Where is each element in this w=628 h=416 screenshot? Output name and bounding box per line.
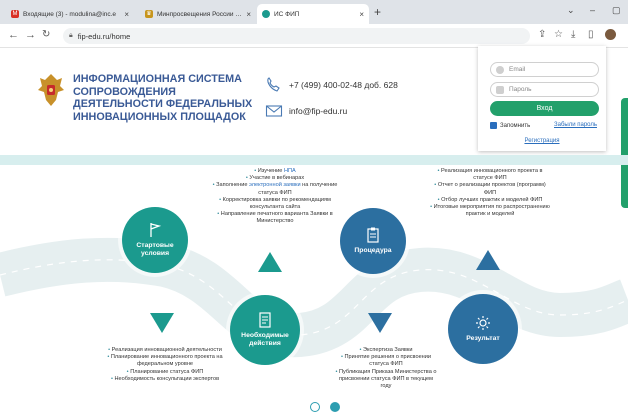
login-panel: Email Пароль Вход Запомнить Забыли парол… bbox=[478, 46, 606, 151]
list-item: Планирование инновационного проекта на ф… bbox=[105, 354, 225, 368]
list-item: Направление печатного варианта Заявки в … bbox=[210, 211, 340, 225]
screen: M Входящие (3) - modulina@inc.e × ♛ Минп… bbox=[0, 0, 628, 416]
list-item: Необходимость консультации экспертов bbox=[105, 376, 225, 383]
roadmap-top-band bbox=[0, 155, 628, 165]
new-tab-button[interactable]: + bbox=[374, 5, 381, 19]
lock-icon: 🔒︎ bbox=[69, 32, 73, 39]
list-procedure: Экспертиза Заявки Принятие решения о при… bbox=[335, 347, 437, 390]
pointer-down-triangle bbox=[150, 313, 174, 333]
step-label: Стартовые условия bbox=[136, 242, 174, 257]
list-item: Изучение НПА bbox=[210, 168, 340, 175]
forward-icon[interactable]: → bbox=[25, 29, 36, 41]
browser-address-bar: ← → ↻ 🔒︎ fip-edu.ru/home ⇪ ☆ ⤓ ▯ bbox=[0, 24, 628, 48]
minimize-icon[interactable]: – bbox=[590, 5, 595, 15]
password-placeholder: Пароль bbox=[509, 86, 532, 93]
pagination-dot-active[interactable] bbox=[330, 402, 340, 412]
sidebar-icon[interactable]: ▯ bbox=[588, 29, 594, 40]
remember-label: Запомнить bbox=[500, 122, 531, 129]
close-tab-icon[interactable]: × bbox=[359, 10, 364, 19]
maximize-icon[interactable]: ▢ bbox=[612, 5, 621, 16]
phone-contact: +7 (499) 400-02-48 доб. 628 bbox=[265, 77, 398, 93]
tab-search-icon[interactable]: ⌄ bbox=[567, 5, 575, 16]
browser-tab-minpros[interactable]: ♛ Минпросвещения России объ × bbox=[140, 4, 256, 24]
step-result[interactable]: Результат bbox=[448, 294, 518, 364]
list-item: Отчет о реализации проектов (программ) Ф… bbox=[430, 182, 550, 196]
share-icon[interactable]: ⇪ bbox=[538, 29, 546, 40]
email-contact: info@fip-edu.ru bbox=[265, 103, 347, 119]
tab-title: Входящие (3) - modulina@inc.e bbox=[23, 10, 117, 18]
forgot-password-link[interactable]: Забыли пароль bbox=[554, 122, 597, 128]
reload-icon[interactable]: ↻ bbox=[42, 29, 50, 40]
pagination-dot[interactable] bbox=[310, 402, 320, 412]
browser-tab-fip[interactable]: ИС ФИП × bbox=[257, 4, 369, 24]
fip-icon bbox=[262, 10, 270, 18]
step-label: Необходимые действия bbox=[241, 332, 289, 347]
list-item: Итоговые мероприятия по распространению … bbox=[430, 204, 550, 218]
tab-title: Минпросвещения России объ bbox=[157, 10, 243, 18]
step-label: Процедура bbox=[354, 247, 392, 254]
bookmark-star-icon[interactable]: ☆ bbox=[554, 29, 563, 40]
list-item: Отбор лучших практик и моделей ФИП bbox=[430, 197, 550, 204]
gear-icon bbox=[476, 316, 490, 330]
browser-tab-gmail[interactable]: M Входящие (3) - modulina@inc.e × bbox=[6, 4, 134, 24]
url-text: fip-edu.ru/home bbox=[77, 31, 131, 41]
document-list-icon bbox=[259, 312, 271, 328]
pointer-up-triangle bbox=[258, 252, 282, 272]
step-start-conditions[interactable]: Стартовые условия bbox=[122, 207, 188, 273]
coat-of-arms-icon bbox=[38, 74, 64, 106]
email-placeholder: Email bbox=[509, 66, 526, 73]
back-icon[interactable]: ← bbox=[8, 29, 19, 41]
list-item: Публикация Приказа Министерства о присво… bbox=[335, 369, 437, 391]
lock-icon bbox=[496, 86, 504, 94]
profile-avatar-icon[interactable] bbox=[605, 29, 616, 40]
checkbox-icon[interactable] bbox=[490, 122, 497, 129]
url-field[interactable]: 🔒︎ fip-edu.ru/home bbox=[63, 28, 530, 44]
download-icon[interactable]: ⤓ bbox=[571, 29, 575, 40]
list-result: Реализация инновационного проекта в стат… bbox=[430, 168, 550, 218]
close-tab-icon[interactable]: × bbox=[124, 10, 129, 19]
phone-number[interactable]: +7 (499) 400-02-48 доб. 628 bbox=[289, 80, 398, 90]
list-item: Реализация инновационного проекта в стат… bbox=[430, 168, 550, 182]
gov-emblem-icon: ♛ bbox=[145, 10, 153, 18]
pointer-down-triangle bbox=[368, 313, 392, 333]
pointer-up-triangle bbox=[476, 250, 500, 270]
list-item: Планирование статуса ФИП bbox=[105, 369, 225, 376]
email-input[interactable]: Email bbox=[490, 62, 599, 77]
envelope-icon bbox=[265, 105, 283, 117]
application-link[interactable]: электронной заявки bbox=[249, 182, 301, 188]
phone-icon bbox=[267, 77, 280, 92]
password-input[interactable]: Пароль bbox=[490, 82, 599, 97]
list-item: Заполнение электронной заявки на получен… bbox=[210, 182, 340, 196]
step-required-actions[interactable]: Необходимые действия bbox=[230, 295, 300, 365]
list-required-actions: Изучение НПА Участие в вебинарах Заполне… bbox=[210, 168, 340, 226]
user-icon bbox=[496, 66, 504, 74]
step-label: Результат bbox=[466, 335, 500, 342]
list-item: Принятие решения о присвоении статуса ФИ… bbox=[335, 354, 437, 368]
list-item: Реализация инновационной деятельности bbox=[105, 347, 225, 354]
clipboard-icon bbox=[367, 227, 379, 243]
npa-link[interactable]: НПА bbox=[284, 168, 296, 174]
site-title: Информационная система сопровождения дея… bbox=[73, 73, 253, 123]
remember-checkbox[interactable]: Запомнить bbox=[490, 122, 530, 129]
login-button[interactable]: Вход bbox=[490, 101, 599, 116]
register-link[interactable]: Регистрация bbox=[478, 138, 606, 144]
flag-icon bbox=[150, 223, 162, 237]
browser-tab-bar: M Входящие (3) - modulina@inc.e × ♛ Минп… bbox=[0, 0, 628, 24]
step-procedure[interactable]: Процедура bbox=[340, 208, 406, 274]
gmail-icon: M bbox=[11, 10, 19, 18]
list-start-conditions: Реализация инновационной деятельности Пл… bbox=[105, 347, 225, 383]
list-item: Корректировка заявки по рекомендациям ко… bbox=[210, 197, 340, 211]
slider-pagination bbox=[310, 402, 350, 412]
close-tab-icon[interactable]: × bbox=[246, 10, 251, 19]
tab-title: ИС ФИП bbox=[274, 10, 300, 18]
email-address[interactable]: info@fip-edu.ru bbox=[289, 106, 347, 116]
list-item: Экспертиза Заявки bbox=[335, 347, 437, 354]
